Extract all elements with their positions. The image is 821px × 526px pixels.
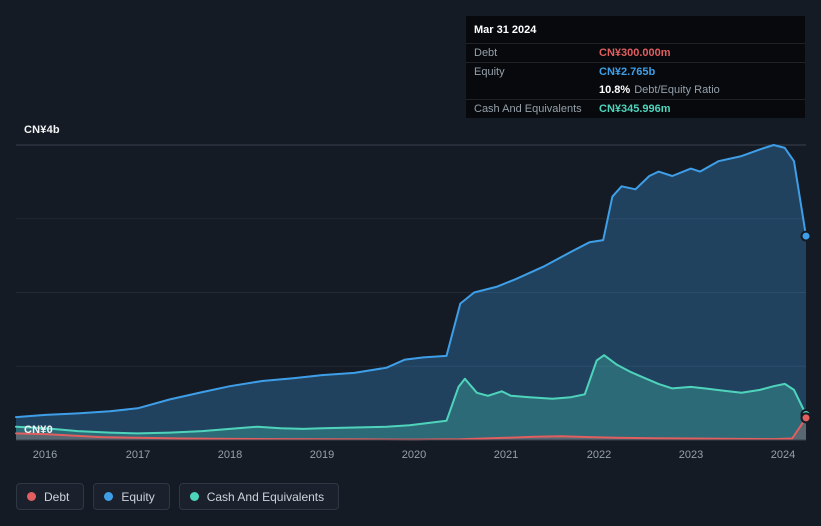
x-axis-label: 2018 (217, 449, 243, 461)
equity-series-dot-icon (104, 492, 114, 501)
x-axis-label: 2021 (493, 449, 519, 461)
x-axis-label: 2017 (125, 449, 151, 461)
legend-label-equity: Equity (121, 489, 155, 504)
legend-label-debt: Debt (44, 489, 70, 504)
x-axis-label: 2023 (678, 449, 704, 461)
y-axis-label-max: CN¥4b (24, 124, 60, 136)
tooltip-row-ratio: 10.8% Debt/Equity Ratio (466, 81, 805, 99)
x-axis-label: 2022 (586, 449, 612, 461)
tooltip-ratio-value: 10.8% (599, 84, 631, 96)
x-axis: 2016 2017 2018 2019 2020 2021 2022 2023 2024 (0, 449, 821, 463)
cash-series-dot-icon (189, 492, 199, 501)
legend: Debt Equity Cash And Equivalents (16, 483, 340, 510)
tooltip-cash-value: CN¥345.996m (599, 103, 671, 115)
x-axis-label: 2019 (309, 449, 335, 461)
tooltip-debt-value: CN¥300.000m (599, 47, 671, 59)
tooltip-date: Mar 31 2024 (474, 24, 537, 36)
tooltip-panel: Mar 31 2024 Debt CN¥300.000m Equity CN¥2… (466, 16, 805, 118)
tooltip-equity-value: CN¥2.765b (599, 66, 656, 78)
x-axis-label: 2020 (401, 449, 427, 461)
debt-series-dot-icon (27, 492, 36, 501)
debt-equity-chart-widget: CN¥4b CN¥0 2016 2017 2018 2019 2020 2021 2022 2… (0, 0, 821, 526)
tooltip-row-debt: Debt CN¥300.000m (466, 43, 805, 62)
tooltip-row-equity: Equity CN¥2.765b (466, 62, 805, 81)
x-axis-label: 2016 (32, 449, 58, 461)
equity-end-dot (800, 230, 812, 242)
legend-item-cash[interactable]: Cash And Equivalents (178, 483, 340, 510)
debt-end-dot (800, 412, 812, 424)
tooltip-row-cash: Cash And Equivalents CN¥345.996m (466, 99, 805, 118)
x-axis-label: 2024 (770, 449, 796, 461)
tooltip-ratio-label: Debt/Equity Ratio (634, 84, 720, 96)
tooltip-equity-label: Equity (474, 66, 505, 78)
legend-item-equity[interactable]: Equity (93, 483, 170, 510)
tooltip-debt-label: Debt (474, 47, 498, 59)
legend-item-debt[interactable]: Debt (16, 483, 85, 510)
tooltip-cash-label: Cash And Equivalents (474, 103, 582, 115)
legend-label-cash: Cash And Equivalents (206, 489, 325, 504)
y-axis-label-zero: CN¥0 (24, 424, 53, 436)
